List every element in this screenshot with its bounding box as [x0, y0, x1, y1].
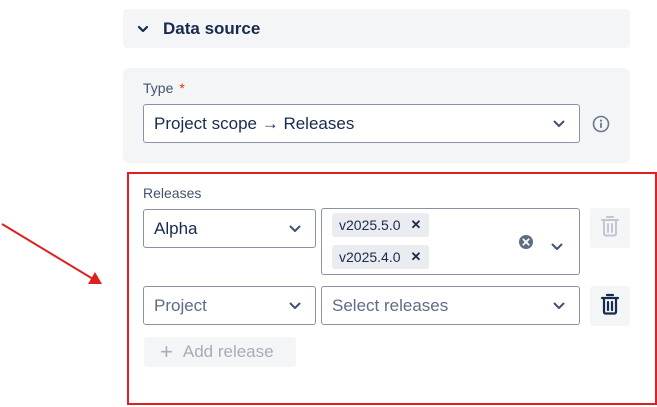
chevron-down-icon — [289, 302, 301, 310]
remove-tag-icon[interactable]: ✕ — [411, 217, 422, 233]
required-indicator: * — [179, 80, 185, 96]
add-release-button[interactable]: + Add release — [144, 337, 296, 367]
chevron-down-icon — [289, 225, 301, 233]
remove-tag-icon[interactable]: ✕ — [411, 249, 422, 265]
delete-row-button[interactable] — [590, 286, 630, 326]
releases-select[interactable]: Select releases — [321, 286, 580, 325]
project-select[interactable]: Alpha — [143, 209, 316, 248]
plus-icon: + — [160, 339, 173, 364]
delete-row-button[interactable] — [590, 208, 630, 248]
type-label: Type * — [143, 80, 185, 96]
section-title: Data source — [163, 18, 261, 38]
trash-icon — [600, 293, 620, 320]
type-select-value: Project scope → Releases — [154, 113, 355, 133]
data-source-header[interactable]: Data source — [123, 9, 630, 48]
chevron-down-icon — [137, 23, 149, 35]
project-select[interactable]: Project — [143, 286, 316, 325]
type-select[interactable]: Project scope → Releases — [143, 104, 580, 143]
add-release-label: Add release — [182, 342, 274, 361]
clear-icon[interactable] — [518, 234, 534, 250]
release-tag: v2025.5.0 ✕ — [332, 213, 430, 237]
project-select-value: Alpha — [154, 218, 198, 238]
releases-select-placeholder: Select releases — [332, 295, 449, 315]
chevron-down-icon — [553, 302, 565, 310]
trash-icon — [600, 215, 620, 242]
chevron-down-icon — [553, 120, 565, 128]
release-tag: v2025.4.0 ✕ — [332, 245, 430, 269]
arrow-annotation — [1, 223, 102, 284]
chevron-down-icon[interactable] — [551, 238, 563, 250]
project-select-placeholder: Project — [154, 295, 207, 315]
releases-label: Releases — [143, 185, 202, 201]
info-icon[interactable] — [592, 115, 610, 133]
